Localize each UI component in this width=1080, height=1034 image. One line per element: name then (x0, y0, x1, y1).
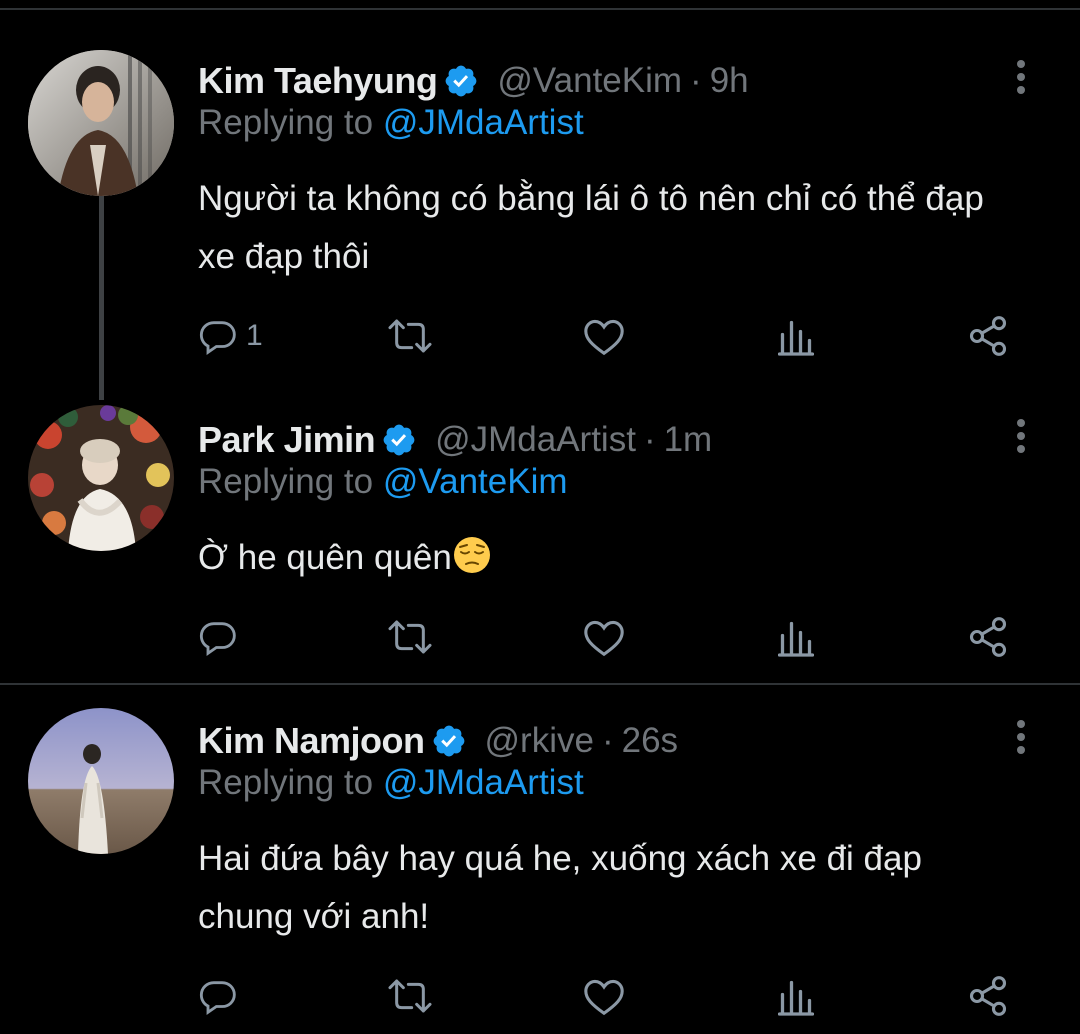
tweet-text: Ờ he quên quên (198, 538, 452, 577)
tweet-header: Kim Taehyung @VanteKim · 9h (198, 56, 749, 106)
separator-dot: · (643, 420, 656, 459)
tweet-actions (0, 972, 1080, 1020)
retweet-icon (386, 976, 434, 1016)
like-button[interactable] (582, 972, 626, 1020)
retweet-button[interactable] (386, 613, 434, 661)
share-button[interactable] (966, 312, 1010, 360)
author-handle[interactable]: @JMdaArtist (435, 420, 636, 460)
author-name[interactable]: Kim Namjoon (198, 720, 425, 762)
retweet-button[interactable] (386, 972, 434, 1020)
share-icon (966, 314, 1010, 358)
views-icon (778, 976, 814, 1016)
tweet-text-container: Ờ he quên quên (198, 529, 1018, 587)
views-button[interactable] (778, 312, 814, 360)
timestamp[interactable]: 1m (664, 420, 713, 460)
reply-button[interactable]: 1 (198, 312, 263, 360)
share-button[interactable] (966, 613, 1010, 661)
tweet-park-jimin[interactable]: Park Jimin @JMdaArtist · 1m Replying to … (0, 405, 1080, 677)
verified-badge-icon (431, 723, 467, 759)
tweet-kim-taehyung[interactable]: Kim Taehyung @VanteKim · 9h Replying to … (0, 50, 1080, 378)
more-vertical-icon[interactable] (1006, 718, 1036, 758)
separator-dot: · (690, 61, 702, 100)
views-icon (778, 617, 814, 657)
avatar[interactable] (28, 708, 174, 854)
author-name[interactable]: Kim Taehyung (198, 60, 438, 102)
replying-to: Replying to @VanteKim (198, 462, 568, 502)
avatar[interactable] (28, 50, 174, 196)
reply-icon (198, 617, 238, 657)
timestamp[interactable]: 26s (622, 721, 678, 761)
replying-to-mention[interactable]: @JMdaArtist (383, 103, 584, 142)
pensive-face-emoji (452, 535, 492, 575)
more-vertical-icon[interactable] (1006, 58, 1036, 98)
reply-icon (198, 976, 238, 1016)
views-button[interactable] (778, 613, 814, 661)
views-icon (778, 316, 814, 356)
tweet-text: Người ta không có bằng lái ô tô nên chỉ … (198, 179, 984, 276)
reply-button[interactable] (198, 972, 246, 1020)
heart-icon (582, 316, 626, 356)
retweet-icon (386, 316, 434, 356)
share-icon (966, 974, 1010, 1018)
verified-badge-icon (381, 422, 417, 458)
heart-icon (582, 976, 626, 1016)
replying-prefix: Replying to (198, 462, 383, 501)
author-name[interactable]: Park Jimin (198, 419, 376, 461)
reply-icon (198, 316, 238, 356)
heart-icon (582, 617, 626, 657)
author-handle[interactable]: @rkive (485, 721, 594, 761)
share-button[interactable] (966, 972, 1010, 1020)
more-vertical-icon[interactable] (1006, 417, 1036, 457)
replying-to: Replying to @JMdaArtist (198, 763, 584, 803)
tweet-divider (0, 683, 1080, 685)
tweet-text: Hai đứa bây hay quá he, xuống xách xe đi… (198, 839, 922, 936)
replying-to: Replying to @JMdaArtist (198, 103, 584, 143)
like-button[interactable] (582, 312, 626, 360)
replying-to-mention[interactable]: @JMdaArtist (383, 763, 584, 802)
retweet-icon (386, 617, 434, 657)
replying-prefix: Replying to (198, 763, 383, 802)
reply-count: 1 (246, 319, 263, 352)
reply-button[interactable] (198, 613, 246, 661)
retweet-button[interactable] (386, 312, 434, 360)
top-divider (0, 8, 1080, 10)
tweet-header: Kim Namjoon @rkive · 26s (198, 716, 678, 766)
avatar[interactable] (28, 405, 174, 551)
like-button[interactable] (582, 613, 626, 661)
separator-dot: · (601, 721, 614, 760)
verified-badge-icon (443, 63, 479, 99)
tweet-kim-namjoon[interactable]: Kim Namjoon @rkive · 26s Replying to @JM… (0, 708, 1080, 1034)
author-handle[interactable]: @VanteKim (497, 61, 682, 101)
views-button[interactable] (778, 972, 814, 1020)
timestamp[interactable]: 9h (710, 61, 749, 101)
tweet-actions: 1 (0, 312, 1080, 360)
tweet-actions (0, 613, 1080, 661)
replying-prefix: Replying to (198, 103, 383, 142)
replying-to-mention[interactable]: @VanteKim (383, 462, 568, 501)
tweet-header: Park Jimin @JMdaArtist · 1m (198, 415, 712, 465)
share-icon (966, 615, 1010, 659)
